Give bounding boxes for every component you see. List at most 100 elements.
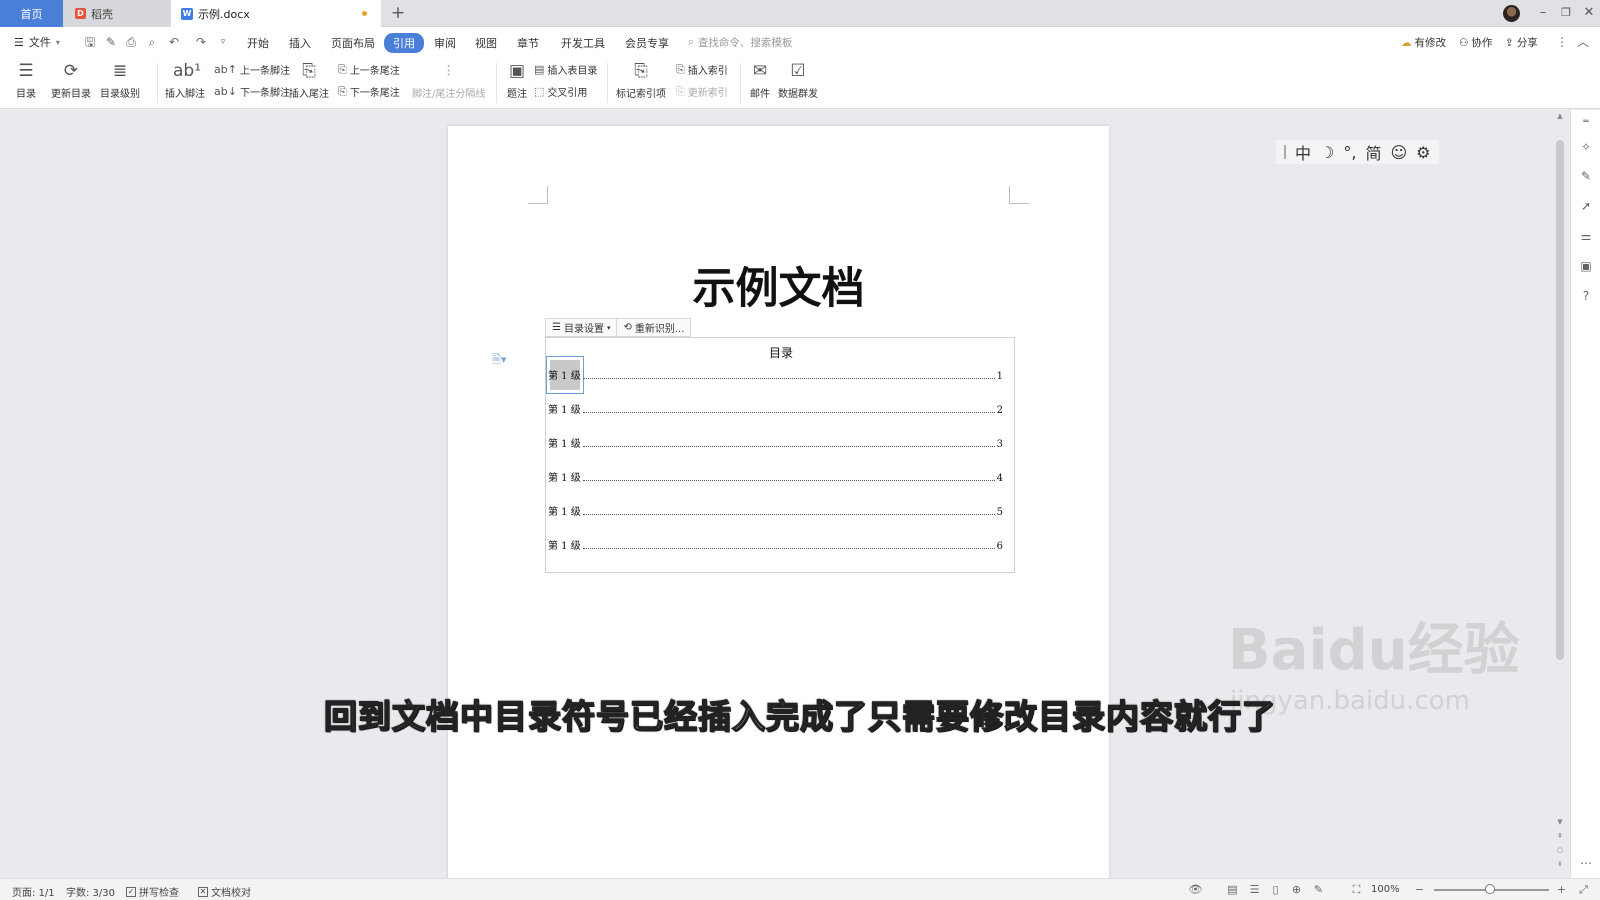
browse-object-icon[interactable]: ○ [1555, 846, 1565, 854]
insert-table-toc-button[interactable]: ▤ 插入表目录 [534, 62, 597, 77]
style-icon[interactable]: ✧ [1578, 139, 1594, 155]
vertical-scrollbar[interactable]: ▲ ▼ ⇞ ○ ⇟ [1553, 110, 1567, 870]
zoom-level[interactable]: 100% [1371, 884, 1400, 895]
write-view-icon[interactable]: ✎ [1311, 882, 1326, 897]
pen-icon[interactable]: ✎ [1578, 168, 1594, 184]
prev-endnote-button[interactable]: ⎘ 上一条尾注 [338, 62, 400, 78]
print-icon[interactable]: ⎙ [124, 35, 138, 49]
menu-references[interactable]: 引用 [384, 33, 424, 53]
toc-entry[interactable]: 第 1 级 1 [548, 368, 1003, 382]
update-toc-button[interactable]: ⟳ 更新目录 [51, 59, 91, 100]
select-cursor-icon[interactable]: ➚ [1578, 198, 1594, 214]
update-index-button[interactable]: ⎘ 更新索引 [676, 84, 728, 100]
document-workspace[interactable]: 示例文档 🗎▾ ☰ 目录设置 ▾ ⟲ 重新识别... 目录 第 1 级 1 第 1… [0, 110, 1600, 886]
spellcheck-toggle[interactable]: ✓ 拼写检查 [126, 884, 179, 899]
prev-page-icon[interactable]: ⇞ [1555, 832, 1565, 840]
toc-entry[interactable]: 第 1 级 4 [548, 470, 1003, 484]
caption-button[interactable]: ▣ 题注 [505, 59, 529, 100]
menu-member[interactable]: 会员专享 [625, 35, 669, 51]
collab-button[interactable]: ⚇ 协作 [1459, 35, 1492, 50]
help-icon[interactable]: ? [1578, 288, 1594, 304]
next-page-icon[interactable]: ⇟ [1555, 860, 1565, 868]
collapse-ribbon-icon[interactable]: ︿ [1576, 35, 1590, 49]
save-icon[interactable]: 🖫 [83, 35, 97, 49]
document-page[interactable]: 示例文档 🗎▾ ☰ 目录设置 ▾ ⟲ 重新识别... 目录 第 1 级 1 第 1… [448, 126, 1109, 886]
toc-entry[interactable]: 第 1 级 6 [548, 538, 1003, 552]
close-button[interactable]: ✕ [1580, 4, 1598, 22]
modified-button[interactable]: ☁ 有修改 [1401, 35, 1446, 50]
cross-ref-button[interactable]: ⬚ 交叉引用 [534, 84, 587, 99]
page-indicator[interactable]: 页面: 1/1 [12, 884, 55, 899]
reading-view-icon[interactable]: ▯ [1268, 882, 1283, 897]
toc-settings-button[interactable]: ☰ 目录设置 ▾ [546, 319, 616, 336]
zoom-slider-handle[interactable] [1485, 884, 1495, 894]
zoom-out-icon[interactable]: − [1412, 882, 1427, 897]
format-painter-icon[interactable]: ✎ [104, 35, 118, 49]
insert-index-button[interactable]: ⎘ 插入索引 [676, 62, 728, 78]
eye-protection-icon[interactable]: 👁 [1188, 882, 1203, 897]
word-count[interactable]: 字数: 3/30 [66, 884, 115, 899]
ime-mode-toggle[interactable]: 简 [1365, 140, 1381, 164]
scrollbar-thumb[interactable] [1556, 140, 1564, 660]
backup-icon[interactable]: ▣ [1578, 258, 1594, 274]
menu-developer[interactable]: 开发工具 [561, 35, 605, 51]
menu-view[interactable]: 视图 [475, 35, 497, 51]
toc-entry[interactable]: 第 1 级 3 [548, 436, 1003, 450]
insert-endnote-button[interactable]: ⎘ 插入尾注 [289, 59, 329, 100]
file-menu[interactable]: ☰ 文件 ▾ [14, 34, 60, 50]
toc-button[interactable]: ☰ 目录 [14, 59, 38, 100]
menu-home[interactable]: 开始 [247, 35, 269, 51]
ime-grip-icon[interactable] [1284, 145, 1286, 159]
mark-index-button[interactable]: ⎘ 标记索引项 [616, 59, 666, 100]
ime-lang-toggle[interactable]: 中 [1295, 140, 1311, 164]
adjust-icon[interactable]: ⚌ [1578, 228, 1594, 244]
fullscreen-icon[interactable]: ⤢ [1576, 882, 1591, 897]
menu-review[interactable]: 审阅 [434, 35, 456, 51]
proofread-toggle[interactable]: ✕ 文档校对 [198, 884, 251, 899]
menu-insert[interactable]: 插入 [289, 35, 311, 51]
punctuation-icon[interactable]: °, [1343, 143, 1356, 162]
tab-daoke[interactable]: D 稻壳 [63, 0, 171, 27]
toc-field[interactable]: 目录 第 1 级 1 第 1 级 2 第 1 级 3 第 1 级 4 第 1 级 5 第 … [545, 337, 1015, 573]
tab-document[interactable]: W 示例.docx [171, 0, 381, 27]
toc-heading[interactable]: 目录 [546, 344, 1016, 361]
restore-button[interactable]: ❐ [1557, 4, 1575, 22]
new-tab-button[interactable]: + [388, 3, 408, 23]
user-avatar[interactable] [1503, 5, 1520, 22]
more-icon[interactable]: ⋮ [1555, 35, 1569, 49]
next-endnote-button[interactable]: ⎘ 下一条尾注 [338, 84, 400, 100]
outline-view-icon[interactable]: ☰ [1247, 882, 1262, 897]
undo-icon[interactable]: ↶ [167, 35, 181, 49]
command-search[interactable]: ⌕ 查找命令、搜索模板 [688, 35, 792, 50]
separator-button[interactable]: ⁝ 脚注/尾注分隔线 [412, 59, 485, 100]
emoji-icon[interactable]: ☺ [1390, 143, 1407, 162]
more-dots-icon[interactable]: ⋯ [1578, 855, 1594, 871]
minimize-button[interactable]: – [1534, 4, 1552, 22]
insert-footnote-button[interactable]: ab¹ 插入脚注 [165, 59, 205, 100]
scroll-up-icon[interactable]: ▲ [1555, 112, 1565, 120]
fit-page-icon[interactable]: ⛶ [1349, 882, 1364, 897]
customize-toolbar-icon[interactable]: ▿ [216, 35, 230, 49]
scroll-down-icon[interactable]: ▼ [1555, 818, 1565, 826]
mail-button[interactable]: ✉ 邮件 [748, 59, 772, 100]
toc-level-button[interactable]: ≣ 目录级别 [100, 59, 140, 100]
share-button[interactable]: ⇪ 分享 [1505, 35, 1538, 50]
page-view-icon[interactable]: ▤ [1225, 882, 1240, 897]
paragraph-menu-icon[interactable]: 🗎▾ [492, 351, 506, 370]
settings-gear-icon[interactable]: ⚙ [1416, 143, 1430, 162]
zoom-in-icon[interactable]: + [1554, 882, 1569, 897]
re-identify-button[interactable]: ⟲ 重新识别... [616, 319, 690, 336]
document-title[interactable]: 示例文档 [448, 254, 1109, 316]
rail-collapse-icon[interactable]: ═ [1578, 114, 1594, 130]
toc-entry[interactable]: 第 1 级 2 [548, 402, 1003, 416]
redo-icon[interactable]: ↷ [194, 35, 208, 49]
data-mail-button[interactable]: ☑ 数据群发 [778, 59, 818, 100]
prev-footnote-button[interactable]: ab↑ 上一条脚注 [214, 62, 290, 77]
menu-page-layout[interactable]: 页面布局 [331, 35, 375, 51]
menu-chapter[interactable]: 章节 [517, 35, 539, 51]
print-preview-icon[interactable]: ⌕ [145, 35, 159, 49]
toc-entry[interactable]: 第 1 级 5 [548, 504, 1003, 518]
tab-home[interactable]: 首页 [0, 0, 63, 27]
next-footnote-button[interactable]: ab↓ 下一条脚注 [214, 84, 290, 99]
web-view-icon[interactable]: ⊕ [1289, 882, 1304, 897]
